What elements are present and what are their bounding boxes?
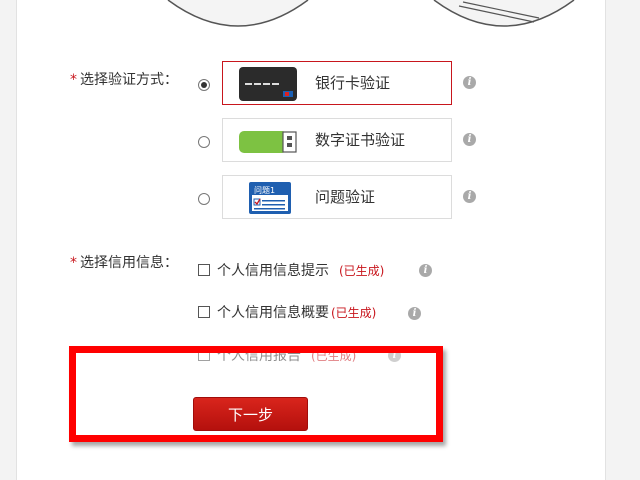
radio-question[interactable] xyxy=(198,193,210,205)
checkbox-credit-tips[interactable] xyxy=(198,264,210,276)
info-icon[interactable]: i xyxy=(463,133,476,146)
content-panel: * 选择验证方式： 银行卡验证 i 数字证书验证 i 问题1 问题验证 i * … xyxy=(16,0,606,480)
svg-text:问题1: 问题1 xyxy=(254,186,275,195)
highlight-annotation xyxy=(69,346,443,442)
question-form-icon: 问题1 xyxy=(249,182,291,214)
option-digital-cert[interactable]: 数字证书验证 xyxy=(222,118,452,162)
info-icon[interactable]: i xyxy=(463,190,476,203)
option-question-label: 问题验证 xyxy=(315,188,376,206)
info-icon[interactable]: i xyxy=(419,264,432,277)
option-bank-card-label: 银行卡验证 xyxy=(315,74,391,92)
credit-info-label: * 选择信用信息： xyxy=(70,255,178,271)
usb-key-icon xyxy=(239,131,297,153)
device-illustration-icon xyxy=(167,0,309,27)
info-icon[interactable]: i xyxy=(463,76,476,89)
info-icon[interactable]: i xyxy=(408,307,421,320)
option-digital-cert-label: 数字证书验证 xyxy=(315,131,406,149)
credit-item-summary: 个人信用信息概要 (已生成) xyxy=(198,302,376,322)
checkbox-credit-summary[interactable] xyxy=(198,306,210,318)
verification-method-label: * 选择验证方式： xyxy=(70,72,178,88)
credit-item-tips: 个人信用信息提示 (已生成) xyxy=(198,260,384,280)
option-bank-card[interactable]: 银行卡验证 xyxy=(222,61,452,105)
status-badge: (已生成) xyxy=(331,306,377,320)
radio-bank-card[interactable] xyxy=(198,79,210,91)
status-badge: (已生成) xyxy=(339,264,385,278)
radio-digital-cert[interactable] xyxy=(198,136,210,148)
card-illustration-icon xyxy=(433,0,575,27)
bank-card-icon xyxy=(239,67,297,101)
option-question[interactable]: 问题1 问题验证 xyxy=(222,175,452,219)
